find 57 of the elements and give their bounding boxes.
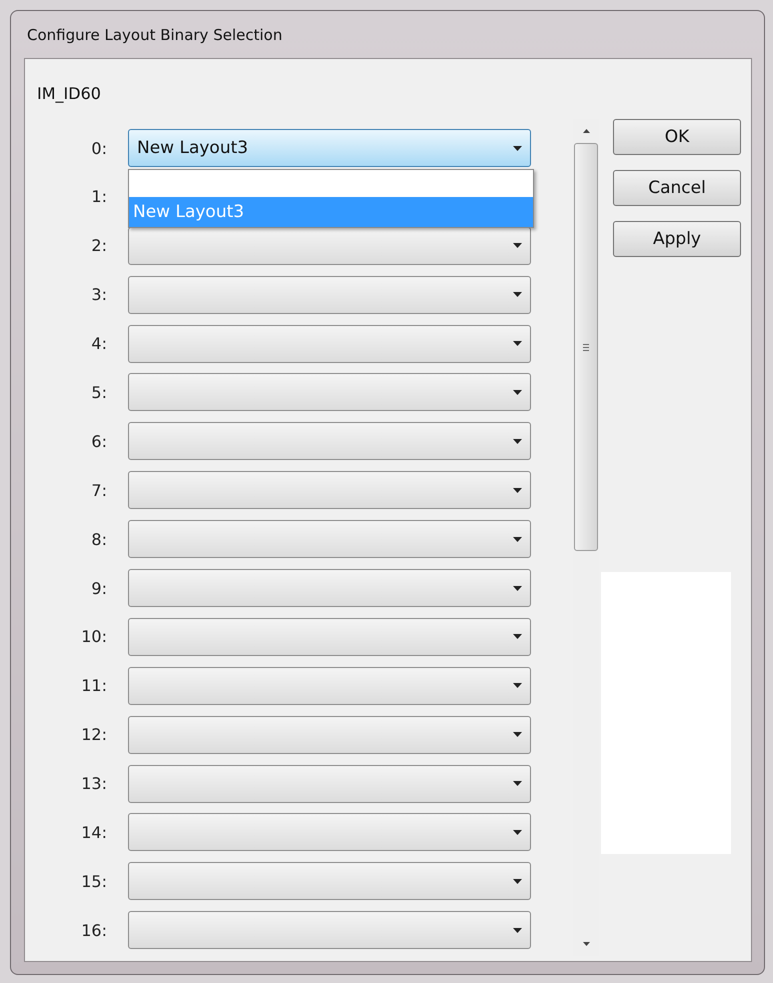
slot-label: 10: xyxy=(80,627,108,646)
slot-label: 3: xyxy=(90,285,108,304)
slot-label: 16: xyxy=(80,920,108,940)
layout-dropdown[interactable] xyxy=(128,764,531,803)
caret-icon xyxy=(513,438,522,444)
slot-label: 1: xyxy=(90,187,108,206)
slot-label: 11: xyxy=(80,676,108,696)
caret-icon xyxy=(513,683,522,688)
scroll-down-icon[interactable] xyxy=(582,942,590,946)
layout-dropdown[interactable] xyxy=(128,813,531,852)
slot-label: 6: xyxy=(90,432,108,451)
group-label: IM_ID60 xyxy=(36,83,102,105)
caret-icon xyxy=(513,243,522,248)
layout-dropdown[interactable] xyxy=(128,569,531,608)
layout-dropdown[interactable] xyxy=(128,324,531,363)
layout-dropdown[interactable] xyxy=(128,911,531,950)
slot-label: 2: xyxy=(90,236,108,256)
layout-dropdown[interactable] xyxy=(128,520,531,558)
slot-label: 0: xyxy=(90,138,108,158)
slot-label: 8: xyxy=(90,530,108,549)
layout-dropdown[interactable] xyxy=(128,666,531,705)
layout-dropdown[interactable] xyxy=(128,422,531,460)
caret-icon xyxy=(513,732,522,738)
slot-label: 15: xyxy=(80,872,108,891)
layout-dropdown[interactable] xyxy=(128,716,531,754)
layout-dropdown[interactable] xyxy=(128,226,531,265)
caret-icon xyxy=(513,488,522,493)
slot-label: 13: xyxy=(80,774,108,794)
slot-label: 5: xyxy=(90,382,108,402)
caret-icon xyxy=(513,292,522,298)
caret-icon xyxy=(513,390,522,395)
slot-label: 9: xyxy=(90,578,108,598)
scroll-thumb[interactable] xyxy=(574,143,598,551)
caret-icon xyxy=(513,586,522,591)
layout-dropdown[interactable] xyxy=(128,862,531,900)
caret-icon xyxy=(513,634,522,640)
caret-icon xyxy=(513,781,522,786)
layout-dropdown[interactable] xyxy=(128,373,531,412)
caret-icon xyxy=(513,341,522,346)
dialog-button[interactable]: Apply xyxy=(613,221,741,257)
slot-label: 4: xyxy=(90,334,108,354)
layout-dropdown[interactable] xyxy=(128,618,531,656)
caret-icon xyxy=(513,878,522,884)
slot-label: 14: xyxy=(80,822,108,842)
caret-icon xyxy=(513,146,522,150)
caret-icon xyxy=(513,536,522,542)
layout-dropdown[interactable] xyxy=(128,276,531,314)
slot-label: 7: xyxy=(90,480,108,500)
dialog-button[interactable]: Cancel xyxy=(613,170,741,206)
dialog-button[interactable]: OK xyxy=(613,119,741,155)
layout-dropdown[interactable] xyxy=(128,471,531,510)
slot-label: 12: xyxy=(80,725,108,744)
caret-icon xyxy=(513,928,522,933)
window-title: Configure Layout Binary Selection xyxy=(27,26,282,44)
caret-icon xyxy=(513,830,522,835)
layout-dropdown[interactable]: New Layout3 xyxy=(128,129,531,167)
scroll-up-icon[interactable] xyxy=(582,129,590,133)
